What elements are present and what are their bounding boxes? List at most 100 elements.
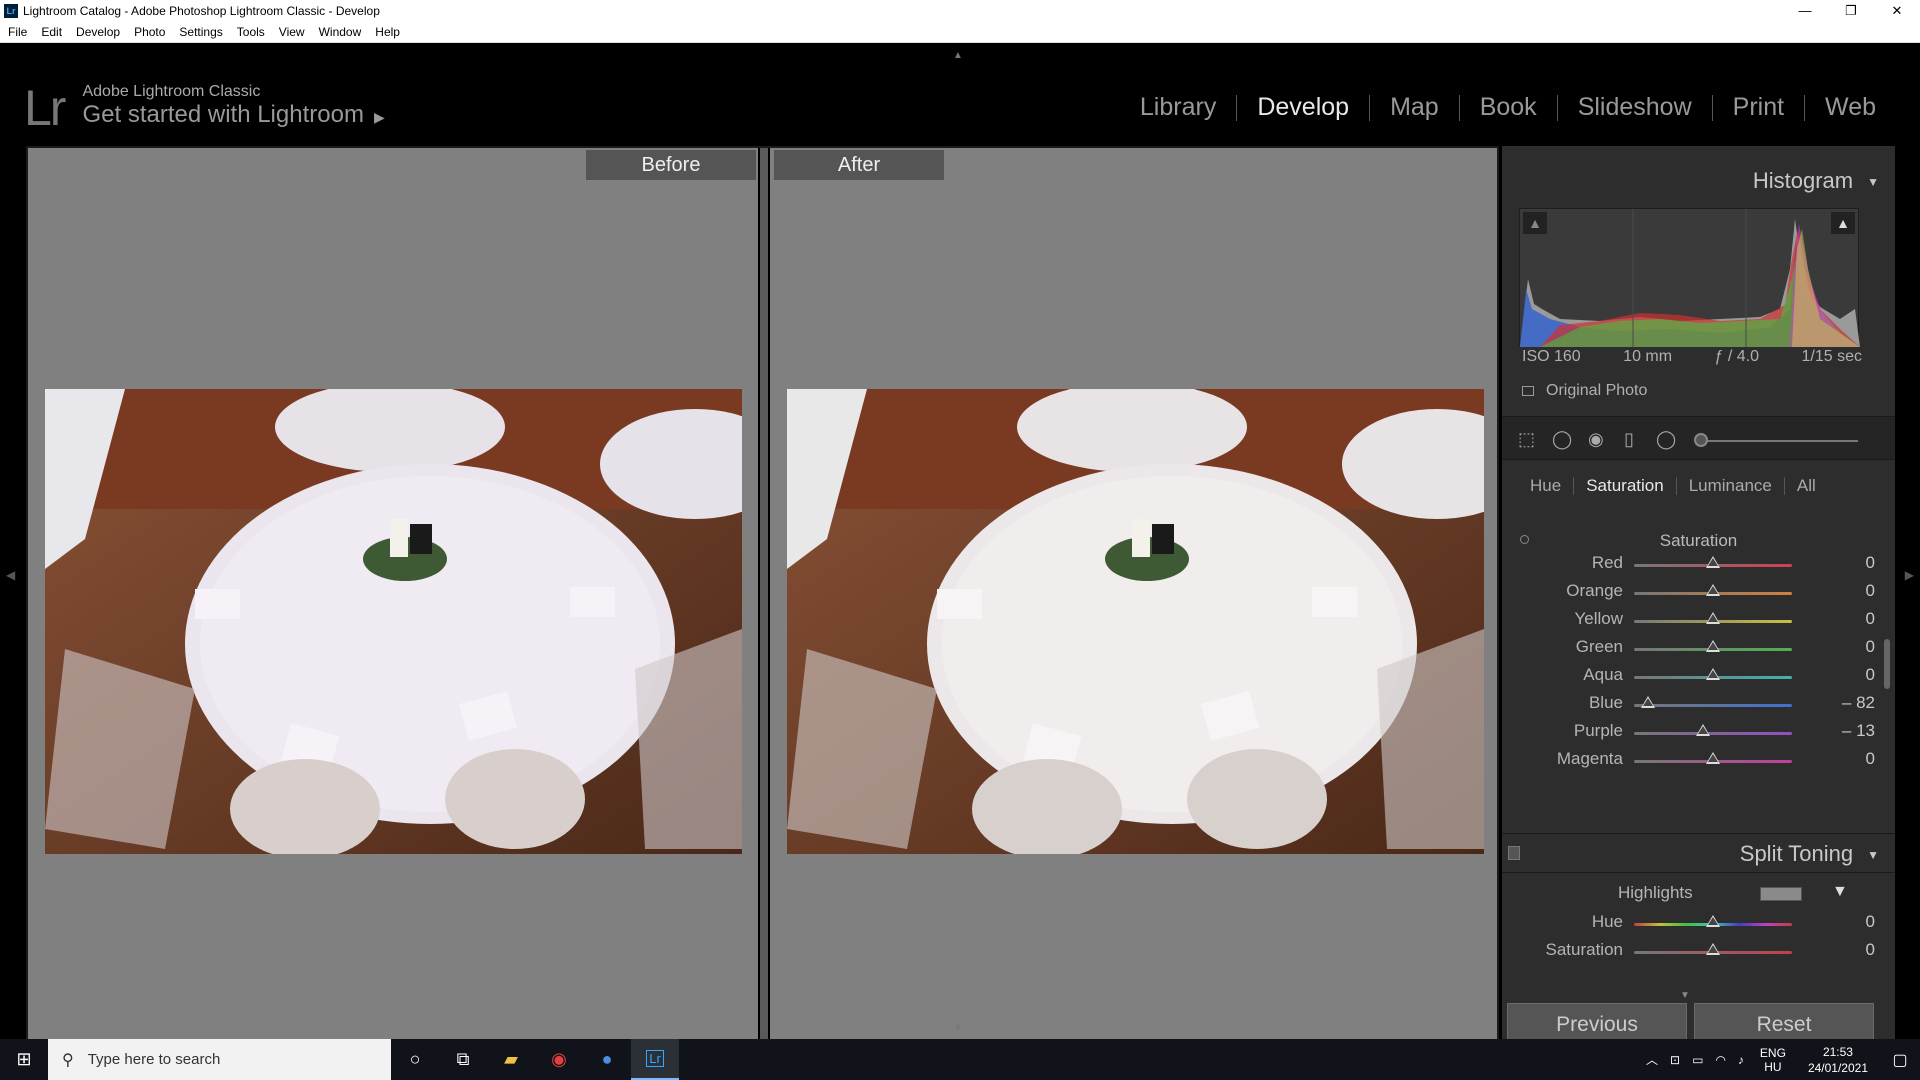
saturation-slider-value[interactable]: 0 — [1815, 553, 1875, 573]
module-web[interactable]: Web — [1805, 93, 1896, 122]
close-button[interactable]: ✕ — [1874, 0, 1920, 22]
highlight-clipping-icon[interactable]: ▲ — [1831, 212, 1855, 234]
volume-icon[interactable]: ♪ — [1738, 1053, 1744, 1067]
module-book[interactable]: Book — [1460, 93, 1557, 122]
menu-edit[interactable]: Edit — [41, 25, 62, 39]
tray-app-icon[interactable]: ⊡ — [1670, 1053, 1680, 1067]
red-eye-icon[interactable]: ◉ — [1588, 429, 1604, 450]
cortana-icon[interactable]: ○ — [391, 1039, 439, 1080]
windows-start-icon[interactable]: ⊞ — [0, 1039, 48, 1080]
panel-scrollbar[interactable] — [1884, 639, 1890, 689]
taskbar-search[interactable]: ⚲ Type here to search — [48, 1039, 391, 1080]
split-toning-slider-row-saturation: Saturation 0 — [1502, 940, 1895, 962]
saturation-slider-value[interactable]: – 82 — [1815, 693, 1875, 713]
get-started-link[interactable]: Get started with Lightroom ▶ — [82, 101, 384, 131]
saturation-slider-row-purple: Purple – 13 — [1502, 721, 1895, 743]
right-panel-toggle-icon[interactable]: ▶ — [1905, 568, 1914, 582]
saturation-slider-knob[interactable] — [1706, 584, 1720, 596]
menu-file[interactable]: File — [8, 25, 27, 39]
lightroom-app-icon: Lr — [4, 4, 18, 18]
saturation-slider-track[interactable] — [1634, 732, 1792, 735]
after-photo[interactable] — [787, 389, 1484, 854]
saturation-slider-value[interactable]: 0 — [1815, 749, 1875, 769]
before-pane[interactable]: Before — [28, 148, 760, 1054]
saturation-slider-knob[interactable] — [1695, 724, 1710, 736]
restore-button[interactable]: ❐ — [1828, 0, 1874, 22]
split-toning-slider-value[interactable]: 0 — [1815, 912, 1875, 932]
before-photo[interactable] — [45, 389, 742, 854]
search-placeholder: Type here to search — [87, 1051, 221, 1068]
system-tray: ︿ ⊡ ▭ ◠ ♪ ENG HU 21:53 24/01/2021 ▢ — [1640, 1039, 1920, 1080]
crop-tool-icon[interactable]: ⬚ — [1518, 429, 1535, 450]
shadow-clipping-icon[interactable]: ▲ — [1523, 212, 1547, 234]
tab-luminance[interactable]: Luminance — [1677, 476, 1784, 496]
window-controls: — ❐ ✕ — [1782, 0, 1920, 22]
saturation-slider-row-red: Red 0 — [1502, 553, 1895, 575]
menu-develop[interactable]: Develop — [76, 25, 120, 39]
saturation-slider-knob[interactable] — [1706, 668, 1720, 680]
menu-window[interactable]: Window — [319, 25, 362, 39]
bottom-panel-toggle-icon[interactable]: ▲ — [953, 1021, 963, 1032]
left-panel-toggle-icon[interactable]: ◀ — [6, 568, 15, 582]
language-indicator[interactable]: ENG HU — [1760, 1046, 1786, 1074]
saturation-slider-knob[interactable] — [1706, 640, 1720, 652]
saturation-slider-track[interactable] — [1634, 704, 1792, 707]
histogram-header[interactable]: Histogram ▼ — [1753, 168, 1879, 194]
lr-logo: Lr — [24, 80, 66, 136]
split-toning-slider-knob[interactable] — [1706, 915, 1720, 927]
task-view-icon[interactable]: ⧉ — [439, 1039, 487, 1080]
saturation-slider-row-blue: Blue – 82 — [1502, 693, 1895, 715]
top-panel-toggle-icon[interactable]: ▲ — [953, 50, 963, 61]
tray-expand-icon[interactable]: ︿ — [1646, 1051, 1658, 1068]
minimize-button[interactable]: — — [1782, 0, 1828, 22]
menu-settings[interactable]: Settings — [179, 25, 222, 39]
panel-switch-icon[interactable] — [1508, 846, 1520, 860]
saturation-slider-value[interactable]: 0 — [1815, 609, 1875, 629]
saturation-slider-value[interactable]: 0 — [1815, 581, 1875, 601]
spot-removal-icon[interactable]: ◯ — [1552, 429, 1572, 450]
split-toning-slider-value[interactable]: 0 — [1815, 940, 1875, 960]
saturation-slider-knob[interactable] — [1641, 696, 1656, 708]
battery-icon[interactable]: ▭ — [1692, 1053, 1703, 1067]
menu-tools[interactable]: Tools — [237, 25, 265, 39]
brush-slider-knob[interactable] — [1694, 433, 1708, 447]
split-toning-slider-knob[interactable] — [1706, 943, 1720, 955]
menu-help[interactable]: Help — [375, 25, 400, 39]
qbittorrent-icon[interactable]: ● — [583, 1039, 631, 1080]
saturation-slider-value[interactable]: – 13 — [1815, 721, 1875, 741]
brush-slider-track[interactable] — [1698, 440, 1858, 442]
graduated-filter-icon[interactable]: ▯ — [1624, 429, 1634, 450]
saturation-slider-knob[interactable] — [1706, 556, 1720, 568]
chrome-icon[interactable]: ◉ — [535, 1039, 583, 1080]
saturation-slider-row-green: Green 0 — [1502, 637, 1895, 659]
file-explorer-icon[interactable]: ▰ — [487, 1039, 535, 1080]
radial-filter-icon[interactable]: ◯ — [1656, 429, 1676, 450]
lightroom-taskbar-icon[interactable]: Lr — [631, 1039, 679, 1080]
module-print[interactable]: Print — [1713, 93, 1804, 122]
module-map[interactable]: Map — [1370, 93, 1459, 122]
before-after-view[interactable]: Before After — [26, 146, 1499, 1056]
hsl-tabs: Hue Saturation Luminance All — [1502, 466, 1895, 506]
saturation-slider-value[interactable]: 0 — [1815, 637, 1875, 657]
split-toning-header[interactable]: Split Toning ▼ — [1502, 833, 1895, 873]
after-pane[interactable]: After — [768, 148, 1497, 1054]
tab-all[interactable]: All — [1785, 476, 1828, 496]
taskbar-clock[interactable]: 21:53 24/01/2021 — [1808, 1044, 1868, 1076]
saturation-slider-knob[interactable] — [1706, 612, 1720, 624]
histogram-display[interactable]: ▲ ▲ — [1519, 208, 1860, 347]
saturation-slider-knob[interactable] — [1706, 752, 1720, 764]
network-icon[interactable]: ◠ — [1715, 1053, 1725, 1067]
module-library[interactable]: Library — [1120, 93, 1236, 122]
split-toning-slider-label: Saturation — [1545, 940, 1624, 959]
original-photo-toggle[interactable]: Original Photo — [1522, 382, 1647, 400]
notification-icon[interactable]: ▢ — [1880, 1050, 1920, 1070]
menu-view[interactable]: View — [279, 25, 305, 39]
dropdown-triangle-icon[interactable]: ▼ — [1832, 883, 1848, 901]
module-slideshow[interactable]: Slideshow — [1558, 93, 1712, 122]
menu-photo[interactable]: Photo — [134, 25, 165, 39]
tab-saturation[interactable]: Saturation — [1574, 476, 1676, 496]
tab-hue[interactable]: Hue — [1518, 476, 1573, 496]
highlights-color-swatch[interactable] — [1760, 887, 1802, 901]
saturation-slider-value[interactable]: 0 — [1815, 665, 1875, 685]
module-develop[interactable]: Develop — [1237, 93, 1369, 122]
